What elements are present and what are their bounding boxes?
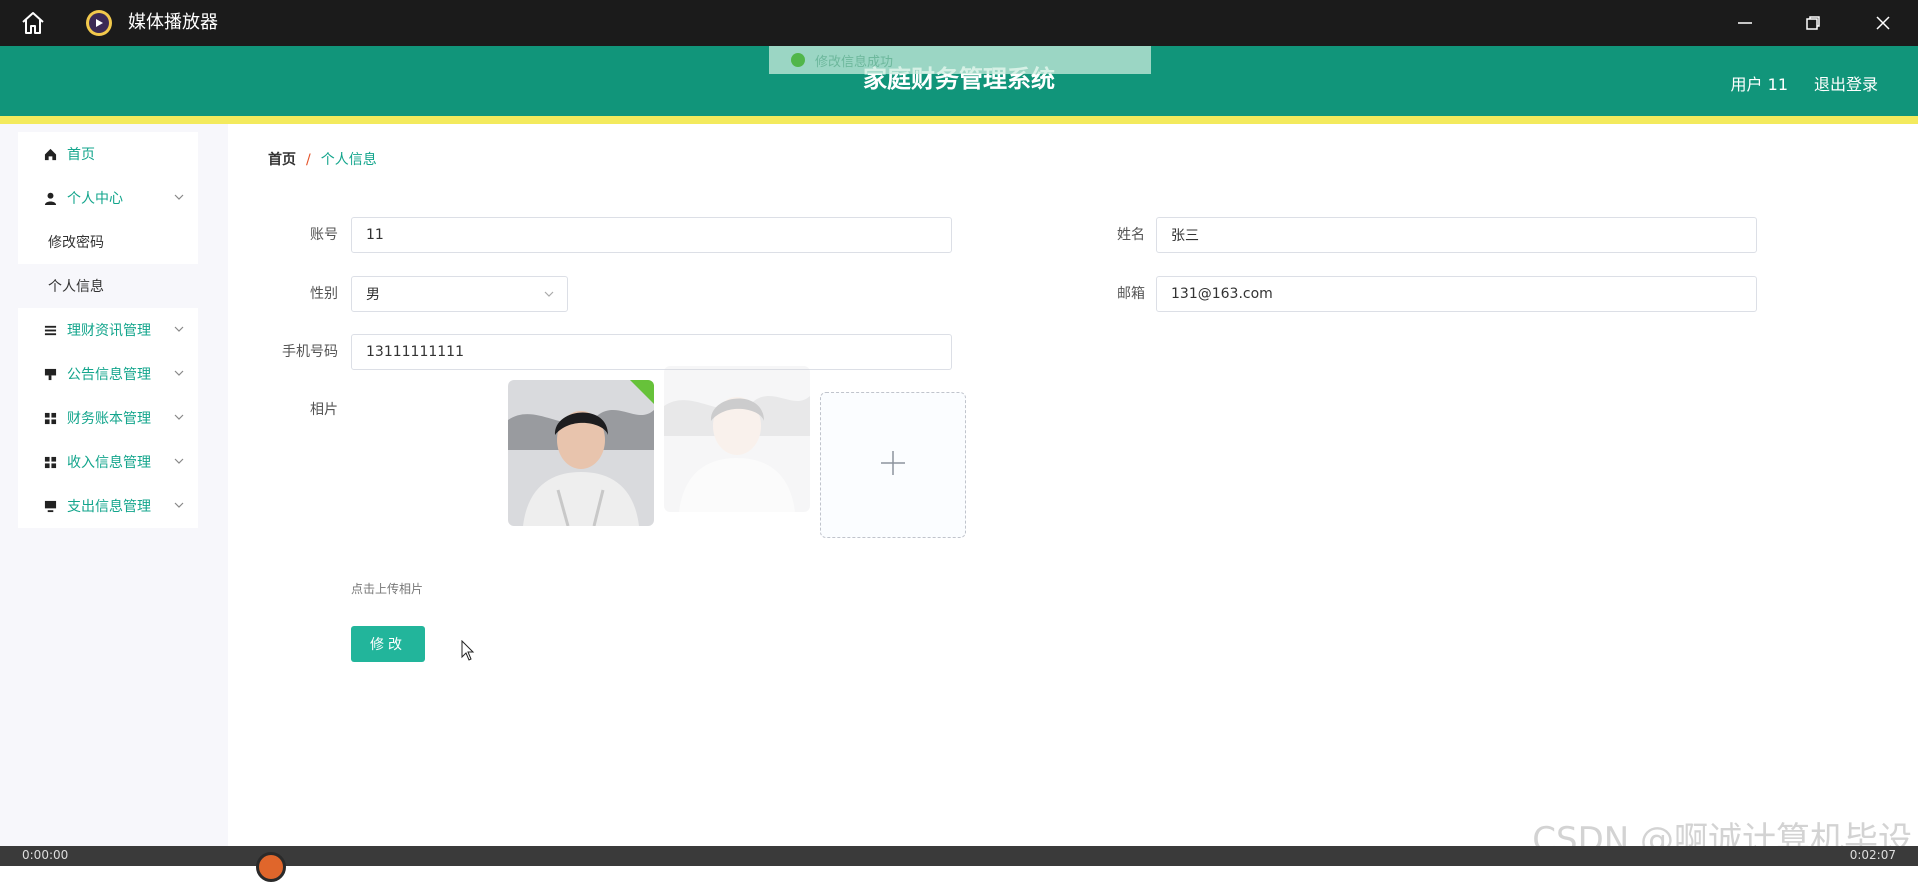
chevron-down-icon bbox=[172, 498, 186, 512]
breadcrumb-separator: / bbox=[306, 152, 311, 168]
grid-icon bbox=[43, 455, 57, 469]
grid-icon bbox=[43, 411, 57, 425]
name-field[interactable]: 张三 bbox=[1156, 217, 1757, 253]
current-user: 用户 11 bbox=[1730, 75, 1788, 94]
photo-label: 相片 bbox=[310, 402, 338, 418]
account-label: 账号 bbox=[310, 227, 338, 243]
chevron-down-icon bbox=[172, 322, 186, 336]
chevron-down-icon bbox=[172, 410, 186, 424]
name-label: 姓名 bbox=[1117, 227, 1145, 243]
plus-icon bbox=[879, 449, 907, 481]
sidebar-item-label: 个人信息 bbox=[48, 279, 104, 295]
minimize-icon[interactable] bbox=[1734, 12, 1756, 34]
email-field[interactable]: 131@163.com bbox=[1156, 276, 1757, 312]
breadcrumb-current: 个人信息 bbox=[320, 152, 377, 168]
player-control-bar: 0:00:00 0:02:07 bbox=[0, 846, 1918, 882]
sidebar-item-label: 公告信息管理 bbox=[67, 367, 151, 383]
name-value: 张三 bbox=[1171, 228, 1199, 244]
sidebar-item-expense[interactable]: 支出信息管理 bbox=[18, 484, 198, 528]
toast-message: 修改信息成功 bbox=[815, 54, 894, 70]
chevron-down-icon bbox=[543, 288, 555, 300]
breadcrumb-home[interactable]: 首页 bbox=[268, 152, 296, 168]
sidebar-item-label: 支出信息管理 bbox=[67, 499, 151, 515]
sidebar-item-personal-info[interactable]: 个人信息 bbox=[18, 264, 198, 308]
window-title: 媒体播放器 bbox=[128, 12, 218, 33]
phone-label: 手机号码 bbox=[282, 344, 338, 360]
check-circle-icon bbox=[791, 53, 805, 67]
upload-success-icon bbox=[630, 380, 654, 404]
sidebar-item-change-password[interactable]: 修改密码 bbox=[18, 220, 198, 264]
restore-icon[interactable] bbox=[1802, 12, 1824, 34]
sidebar-item-label: 修改密码 bbox=[48, 235, 104, 251]
sidebar-item-income[interactable]: 收入信息管理 bbox=[18, 440, 198, 484]
home-icon[interactable] bbox=[20, 11, 46, 35]
logout-link[interactable]: 退出登录 bbox=[1814, 71, 1878, 95]
email-label: 邮箱 bbox=[1117, 286, 1145, 302]
chevron-up-icon bbox=[172, 190, 186, 204]
chevron-down-icon bbox=[172, 366, 186, 380]
player-total-time: 0:02:07 bbox=[1849, 848, 1896, 862]
mouse-cursor-icon bbox=[461, 639, 475, 666]
account-field[interactable]: 11 bbox=[351, 217, 952, 253]
success-toast: 修改信息成功 bbox=[769, 46, 1151, 74]
sidebar-item-home[interactable]: 首页 bbox=[18, 132, 198, 176]
sidebar-item-finance-news[interactable]: 理财资讯管理 bbox=[18, 308, 198, 352]
window-titlebar: 媒体播放器 bbox=[0, 0, 1918, 46]
header-accent-bar bbox=[0, 116, 1918, 124]
sidebar-item-label: 首页 bbox=[67, 147, 95, 163]
media-player-app-icon bbox=[86, 10, 112, 36]
uploaded-photo-preview bbox=[664, 366, 810, 512]
account-value: 11 bbox=[366, 227, 384, 243]
sidebar-item-label: 理财资讯管理 bbox=[67, 323, 151, 339]
chevron-down-icon bbox=[172, 454, 186, 468]
phone-field[interactable]: 13111111111 bbox=[351, 334, 952, 370]
monitor-icon bbox=[43, 499, 57, 513]
sidebar-item-label: 收入信息管理 bbox=[67, 455, 151, 471]
sidebar: 首页 个人中心 修改密码 个人信息 理财资讯管理 公告信息管理 财务账本管理 收… bbox=[0, 124, 228, 846]
close-icon[interactable] bbox=[1872, 12, 1894, 34]
sidebar-item-label: 个人中心 bbox=[67, 191, 123, 207]
email-value: 131@163.com bbox=[1171, 286, 1273, 302]
submit-button[interactable]: 修改 bbox=[351, 626, 425, 662]
sidebar-item-personal-center[interactable]: 个人中心 bbox=[18, 176, 198, 220]
sidebar-item-announcements[interactable]: 公告信息管理 bbox=[18, 352, 198, 396]
phone-value: 13111111111 bbox=[366, 344, 464, 360]
home-icon bbox=[43, 147, 57, 161]
player-current-time: 0:00:00 bbox=[22, 848, 69, 862]
sidebar-item-ledger[interactable]: 财务账本管理 bbox=[18, 396, 198, 440]
flag-icon bbox=[43, 367, 57, 381]
gender-select[interactable]: 男 bbox=[351, 276, 568, 312]
list-icon bbox=[43, 323, 57, 337]
breadcrumb: 首页 / 个人信息 bbox=[268, 150, 377, 170]
gender-value: 男 bbox=[366, 287, 380, 303]
upload-tip: 点击上传相片 bbox=[351, 582, 424, 596]
photo-upload-box[interactable] bbox=[820, 392, 966, 538]
sidebar-menu: 首页 个人中心 修改密码 个人信息 理财资讯管理 公告信息管理 财务账本管理 收… bbox=[18, 132, 198, 528]
user-icon bbox=[43, 191, 57, 205]
sidebar-item-label: 财务账本管理 bbox=[67, 411, 151, 427]
uploaded-photo[interactable] bbox=[508, 380, 654, 526]
gender-label: 性别 bbox=[310, 286, 338, 302]
seek-handle[interactable] bbox=[256, 852, 286, 882]
